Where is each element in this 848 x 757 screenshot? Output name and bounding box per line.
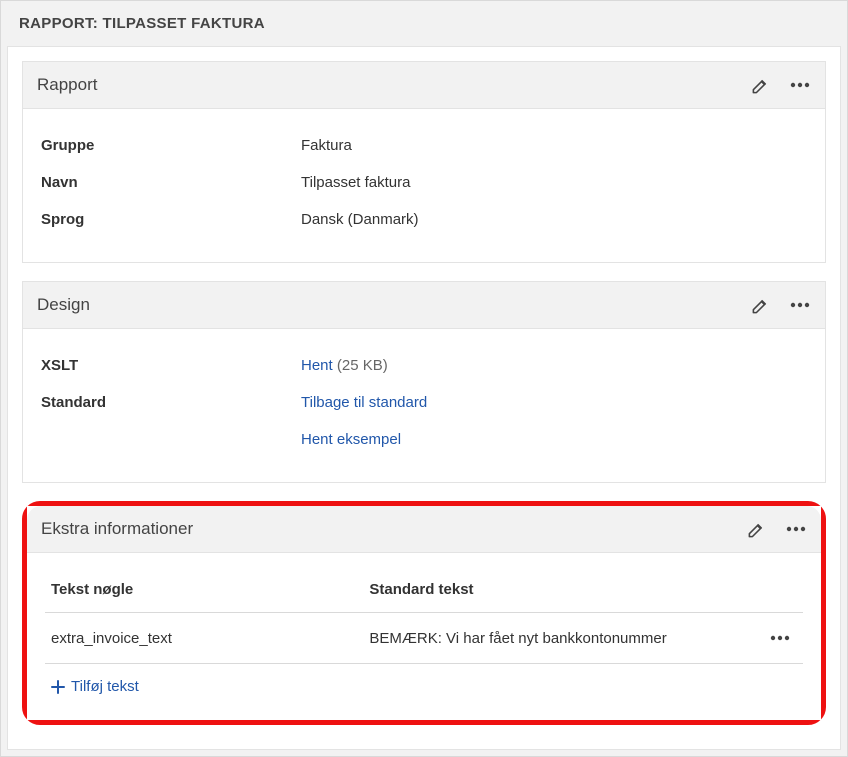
plus-icon — [51, 680, 65, 694]
ellipsis-icon — [790, 82, 810, 88]
pencil-icon — [747, 520, 766, 539]
row-more-button[interactable] — [769, 627, 791, 649]
add-text-label: Tilføj tekst — [71, 678, 139, 695]
xslt-download-link[interactable]: Hent — [301, 357, 333, 374]
field-label-name: Navn — [41, 174, 301, 191]
ellipsis-icon — [790, 302, 810, 308]
more-button[interactable] — [785, 518, 807, 540]
section-rapport-title: Rapport — [37, 75, 97, 95]
section-design-header: Design — [23, 282, 825, 329]
cell-text: BEMÆRK: Vi har fået nyt bankkontonummer — [363, 613, 763, 664]
field-value-language: Dansk (Danmark) — [301, 211, 419, 228]
section-rapport-header: Rapport — [23, 62, 825, 109]
field-label-xslt: XSLT — [41, 357, 301, 374]
reset-to-standard-link[interactable]: Tilbage til standard — [301, 394, 427, 411]
edit-button[interactable] — [749, 294, 771, 316]
section-design-title: Design — [37, 295, 90, 315]
field-label-language: Sprog — [41, 211, 301, 228]
more-button[interactable] — [789, 74, 811, 96]
section-extra: Ekstra informationer — [27, 506, 821, 720]
field-value-group: Faktura — [301, 137, 352, 154]
ellipsis-icon — [786, 526, 806, 532]
pencil-icon — [751, 76, 770, 95]
extra-table-header: Tekst nøgle Standard tekst — [45, 571, 803, 613]
cell-key: extra_invoice_text — [45, 613, 363, 664]
field-label-group: Gruppe — [41, 137, 301, 154]
download-example-link[interactable]: Hent eksempel — [301, 431, 401, 448]
add-text-button[interactable]: Tilføj tekst — [51, 678, 139, 695]
edit-button[interactable] — [745, 518, 767, 540]
column-header-default-text: Standard tekst — [363, 571, 763, 613]
section-extra-title: Ekstra informationer — [41, 519, 193, 539]
column-header-key: Tekst nøgle — [45, 571, 363, 613]
page-title: RAPPORT: TILPASSET FAKTURA — [1, 1, 847, 46]
field-label-standard: Standard — [41, 394, 301, 411]
more-button[interactable] — [789, 294, 811, 316]
field-value-name: Tilpasset faktura — [301, 174, 411, 191]
section-extra-header: Ekstra informationer — [27, 506, 821, 553]
pencil-icon — [751, 296, 770, 315]
ellipsis-icon — [770, 635, 790, 641]
section-rapport: Rapport Gruppe — [22, 61, 826, 263]
table-row: extra_invoice_text BEMÆRK: Vi har fået n… — [45, 613, 803, 664]
xslt-size: (25 KB) — [333, 357, 388, 374]
section-design: Design XSLT — [22, 281, 826, 483]
highlight-extra-section: Ekstra informationer — [22, 501, 826, 725]
edit-button[interactable] — [749, 74, 771, 96]
